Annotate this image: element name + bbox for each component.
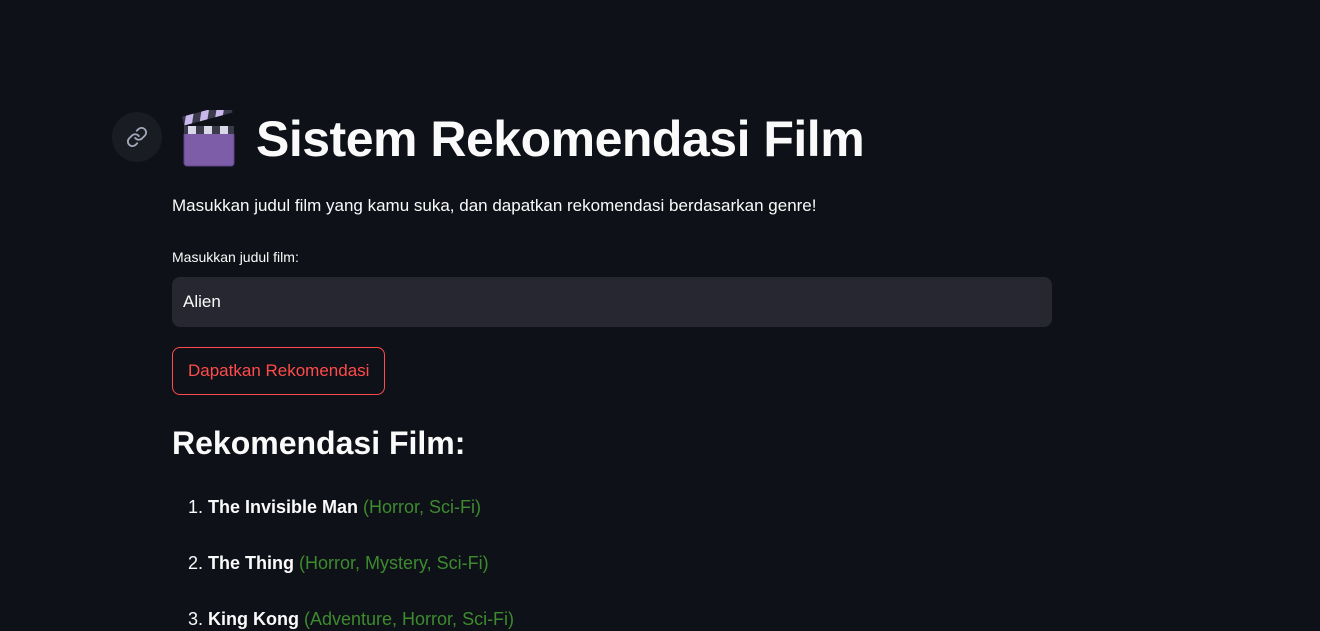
- app-container: Sistem Rekomendasi Film Masukkan judul f…: [0, 0, 1320, 631]
- get-recommendations-button[interactable]: Dapatkan Rekomendasi: [172, 347, 386, 395]
- page-title: Sistem Rekomendasi Film: [256, 111, 865, 167]
- list-item-number: 1.: [188, 497, 204, 517]
- film-title: The Invisible Man: [208, 497, 359, 517]
- results-heading: Rekomendasi Film:: [172, 425, 466, 461]
- film-title: The Thing: [208, 553, 294, 573]
- list-item-number: 2.: [188, 553, 204, 573]
- film-genres: (Adventure, Horror, Sci-Fi): [304, 609, 515, 629]
- clapper-board-icon: [181, 110, 235, 167]
- film-genres: (Horror, Mystery, Sci-Fi): [299, 553, 489, 573]
- list-item: 2. The Thing (Horror, Mystery, Sci-Fi): [172, 549, 514, 605]
- link-icon: [126, 126, 148, 148]
- recommendation-list: 1. The Invisible Man (Horror, Sci-Fi) 2.…: [172, 493, 514, 631]
- film-title-input[interactable]: [172, 277, 1052, 327]
- film-genres: (Horror, Sci-Fi): [363, 497, 482, 517]
- list-item: 1. The Invisible Man (Horror, Sci-Fi): [172, 493, 514, 549]
- film-title-label: Masukkan judul film:: [172, 249, 299, 265]
- film-title: King Kong: [208, 609, 299, 629]
- header-anchor-link[interactable]: [112, 112, 162, 162]
- list-item: 3. King Kong (Adventure, Horror, Sci-Fi): [172, 605, 514, 631]
- title-row: Sistem Rekomendasi Film: [180, 104, 865, 174]
- list-item-number: 3.: [188, 609, 204, 629]
- page-description: Masukkan judul film yang kamu suka, dan …: [172, 196, 817, 215]
